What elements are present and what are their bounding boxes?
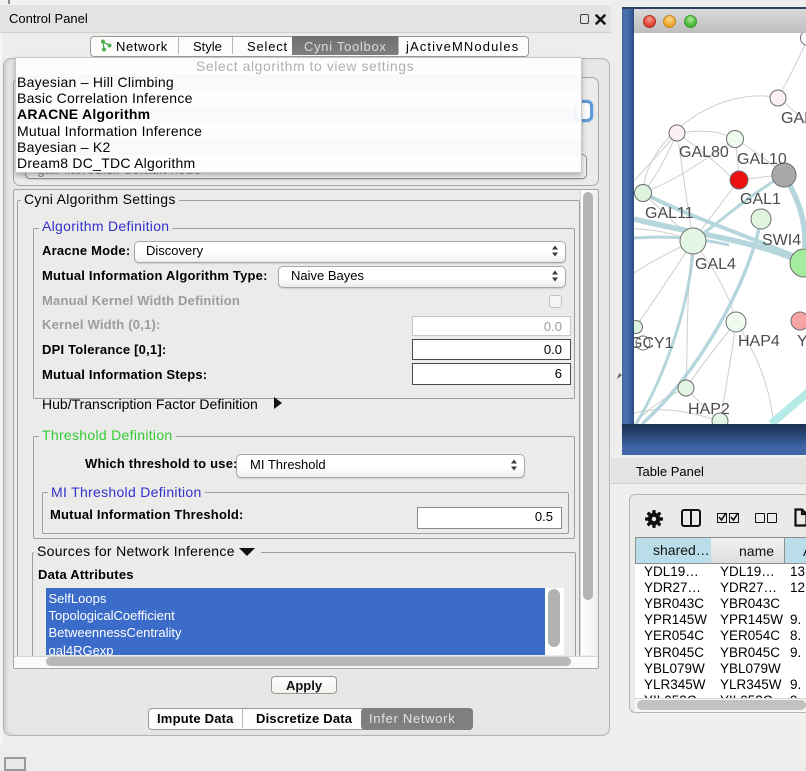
- svg-text:HAP4: HAP4: [738, 333, 780, 350]
- svg-text:GAL80: GAL80: [679, 144, 729, 161]
- svg-text:GCY1: GCY1: [634, 335, 674, 352]
- svg-text:GAL4: GAL4: [695, 256, 736, 273]
- svg-text:SWI4: SWI4: [762, 232, 801, 249]
- svg-text:Y: Y: [797, 333, 806, 350]
- svg-text:GAL2: GAL2: [781, 110, 806, 127]
- svg-text:GAL1: GAL1: [740, 191, 781, 208]
- svg-text:GAL10: GAL10: [737, 151, 787, 168]
- svg-text:HAP2: HAP2: [688, 401, 730, 418]
- svg-text:GAL11: GAL11: [645, 205, 694, 222]
